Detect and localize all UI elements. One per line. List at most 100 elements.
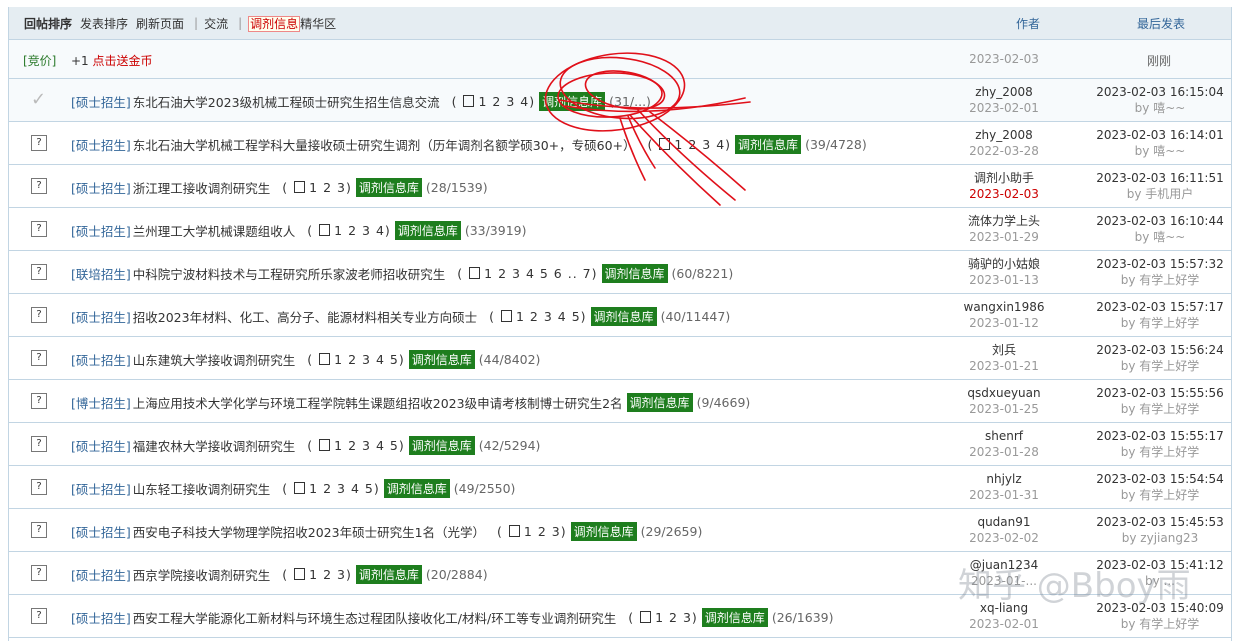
thread-tag[interactable]: 调剂信息库: [701, 608, 768, 627]
thread-category[interactable]: [硕士招生]: [71, 221, 131, 240]
author-name[interactable]: 流体力学上头: [949, 213, 1059, 229]
thread-subject[interactable]: 东北石油大学2023级机械工程硕士研究生招生信息交流: [133, 92, 440, 111]
last-post-time[interactable]: 2023-02-03 15:45:53: [1085, 514, 1231, 530]
page-links[interactable]: 1 2 3 4: [334, 223, 385, 238]
thread-category[interactable]: [硕士招生]: [71, 522, 131, 541]
last-post-by[interactable]: by 嘻~~: [1085, 229, 1231, 245]
tab-exchange[interactable]: 交流: [204, 15, 228, 32]
page-links[interactable]: 1 2 3: [309, 567, 346, 582]
author-name[interactable]: qudan91: [949, 514, 1059, 530]
last-post-time[interactable]: 2023-02-03 15:55:56: [1085, 385, 1231, 401]
tab-refresh[interactable]: 刷新页面: [136, 15, 184, 32]
last-post-time[interactable]: 2023-02-03 16:11:51: [1085, 170, 1231, 186]
last-post-time[interactable]: 2023-02-03 15:55:17: [1085, 428, 1231, 444]
thread-category[interactable]: [硕士招生]: [71, 565, 131, 584]
last-post-time[interactable]: 2023-02-03 15:56:24: [1085, 342, 1231, 358]
author-name[interactable]: 刘兵: [949, 342, 1059, 358]
thread-category[interactable]: [联培招生]: [71, 264, 131, 283]
thread-category[interactable]: [硕士招生]: [71, 178, 131, 197]
thread-tag[interactable]: 调剂信息库: [408, 436, 475, 455]
last-post-by[interactable]: by 嘻~~: [1085, 100, 1231, 116]
page-links[interactable]: 1 2 3 4 5: [516, 309, 581, 324]
thread-tag[interactable]: 调剂信息库: [570, 522, 637, 541]
send-gold-link[interactable]: 点击送金币: [93, 54, 153, 68]
thread-tag[interactable]: 调剂信息库: [355, 565, 422, 584]
last-post-by[interactable]: by 嘻~~: [1085, 143, 1231, 159]
tab-reply-sort[interactable]: 回帖排序: [24, 15, 72, 32]
thread-category[interactable]: [硕士招生]: [71, 92, 131, 111]
last-post-by[interactable]: by 有学上好学: [1085, 315, 1231, 331]
send-gold[interactable]: +1 点击送金币: [71, 52, 153, 69]
author-name[interactable]: nhjylz: [949, 471, 1059, 487]
page-links[interactable]: 1 2 3 4: [478, 94, 529, 109]
author-name[interactable]: 调剂小助手: [949, 170, 1059, 186]
last-post-by[interactable]: by 有学上好学: [1085, 444, 1231, 460]
thread-category[interactable]: [博士招生]: [71, 393, 131, 412]
thread-subject[interactable]: 福建农林大学接收调剂研究生: [133, 436, 296, 455]
last-post-by[interactable]: by 有学上好学: [1085, 272, 1231, 288]
tab-post-sort[interactable]: 发表排序: [80, 15, 128, 32]
thread-subject[interactable]: 西安电子科技大学物理学院招收2023年硕士研究生1名（光学）: [133, 522, 485, 541]
thread-tag[interactable]: 调剂信息库: [601, 264, 668, 283]
last-post-time[interactable]: 2023-02-03 16:10:44: [1085, 213, 1231, 229]
thread-subject[interactable]: 上海应用技术大学化学与环境工程学院韩生课题组招收2023级申请考核制博士研究生2…: [133, 393, 623, 412]
last-post-by[interactable]: by 有学上好学: [1085, 401, 1231, 417]
last-post-by[interactable]: by 有学上好学: [1085, 358, 1231, 374]
last-post-column-header[interactable]: 最后发表: [1131, 15, 1191, 32]
thread-tag[interactable]: 调剂信息库: [383, 479, 450, 498]
page-links[interactable]: 1 2 3: [309, 180, 346, 195]
last-post-by[interactable]: by 有学上好学: [1085, 616, 1231, 632]
thread-tag[interactable]: 调剂信息库: [590, 307, 657, 326]
author-name[interactable]: qsdxueyuan: [949, 385, 1059, 401]
author-column-header[interactable]: 作者: [1003, 15, 1053, 32]
thread-subject[interactable]: 浙江理工接收调剂研究生: [133, 178, 271, 197]
page-links[interactable]: 1 2 3: [524, 524, 561, 539]
pages-icon: [659, 138, 671, 150]
pages: (1 2 3 4): [451, 94, 536, 109]
thread-subject[interactable]: 中科院宁波材料技术与工程研究所乐家波老师招收研究生: [133, 264, 446, 283]
author-name[interactable]: zhy_2008: [949, 127, 1059, 143]
page-links[interactable]: 1 2 3 4 5: [334, 438, 399, 453]
thread-tag[interactable]: 调剂信息库: [355, 178, 422, 197]
thread-category[interactable]: [硕士招生]: [71, 608, 131, 627]
last-post-time[interactable]: 2023-02-03 15:54:54: [1085, 471, 1231, 487]
thread-tag[interactable]: 调剂信息库: [539, 92, 606, 111]
last-post-by[interactable]: by 有学上好学: [1085, 487, 1231, 503]
author-name[interactable]: shenrf: [949, 428, 1059, 444]
thread-category[interactable]: [硕士招生]: [71, 307, 131, 326]
tab-featured[interactable]: 精华区: [300, 15, 336, 32]
page-links[interactable]: 1 2 3 4 5: [334, 352, 399, 367]
last-post-time[interactable]: 2023-02-03 15:57:32: [1085, 256, 1231, 272]
thread-subject[interactable]: 招收2023年材料、化工、高分子、能源材料相关专业方向硕士: [133, 307, 477, 326]
thread-tag[interactable]: 调剂信息库: [735, 135, 802, 154]
thread-category[interactable]: [硕士招生]: [71, 350, 131, 369]
page-links[interactable]: 1 2 3 4 5 6 .. 7: [484, 266, 591, 281]
author-name[interactable]: zhy_2008: [949, 84, 1059, 100]
thread-tag[interactable]: 调剂信息库: [626, 393, 693, 412]
thread-stats: (44/8402): [478, 352, 541, 367]
thread-subject[interactable]: 山东轻工接收调剂研究生: [133, 479, 271, 498]
thread-subject[interactable]: 兰州理工大学机械课题组收人: [133, 221, 296, 240]
thread-subject[interactable]: 山东建筑大学接收调剂研究生: [133, 350, 296, 369]
thread-category[interactable]: [硕士招生]: [71, 479, 131, 498]
last-post-time[interactable]: 2023-02-03 16:15:04: [1085, 84, 1231, 100]
page-links[interactable]: 1 2 3 4 5: [309, 481, 374, 496]
author-name[interactable]: wangxin1986: [949, 299, 1059, 315]
thread-subject[interactable]: 西安工程大学能源化工新材料与环境生态过程团队接收化工/材料/环工等专业调剂研究生: [133, 608, 616, 627]
thread-subject[interactable]: 西京学院接收调剂研究生: [133, 565, 271, 584]
thread-last-post: 2023-02-03 16:11:51 by 手机用户: [1085, 170, 1231, 202]
thread-category[interactable]: [硕士招生]: [71, 436, 131, 455]
last-post-by[interactable]: by zyjiang23: [1085, 530, 1231, 546]
last-post-by[interactable]: by 手机用户: [1085, 186, 1231, 202]
thread-tag[interactable]: 调剂信息库: [408, 350, 475, 369]
thread-category[interactable]: [硕士招生]: [71, 135, 131, 154]
page-links[interactable]: 1 2 3: [655, 610, 692, 625]
author-name[interactable]: 骑驴的小姑娘: [949, 256, 1059, 272]
pages-icon: [319, 439, 331, 451]
thread-subject[interactable]: 东北石油大学机械工程学科大量接收硕士研究生调剂（历年调剂名额学硕30+，专硕60…: [133, 135, 636, 154]
tab-adjust-info[interactable]: 调剂信息: [248, 15, 301, 32]
last-post-time[interactable]: 2023-02-03 16:14:01: [1085, 127, 1231, 143]
thread-tag[interactable]: 调剂信息库: [394, 221, 461, 240]
page-links[interactable]: 1 2 3 4: [674, 137, 725, 152]
last-post-time[interactable]: 2023-02-03 15:57:17: [1085, 299, 1231, 315]
